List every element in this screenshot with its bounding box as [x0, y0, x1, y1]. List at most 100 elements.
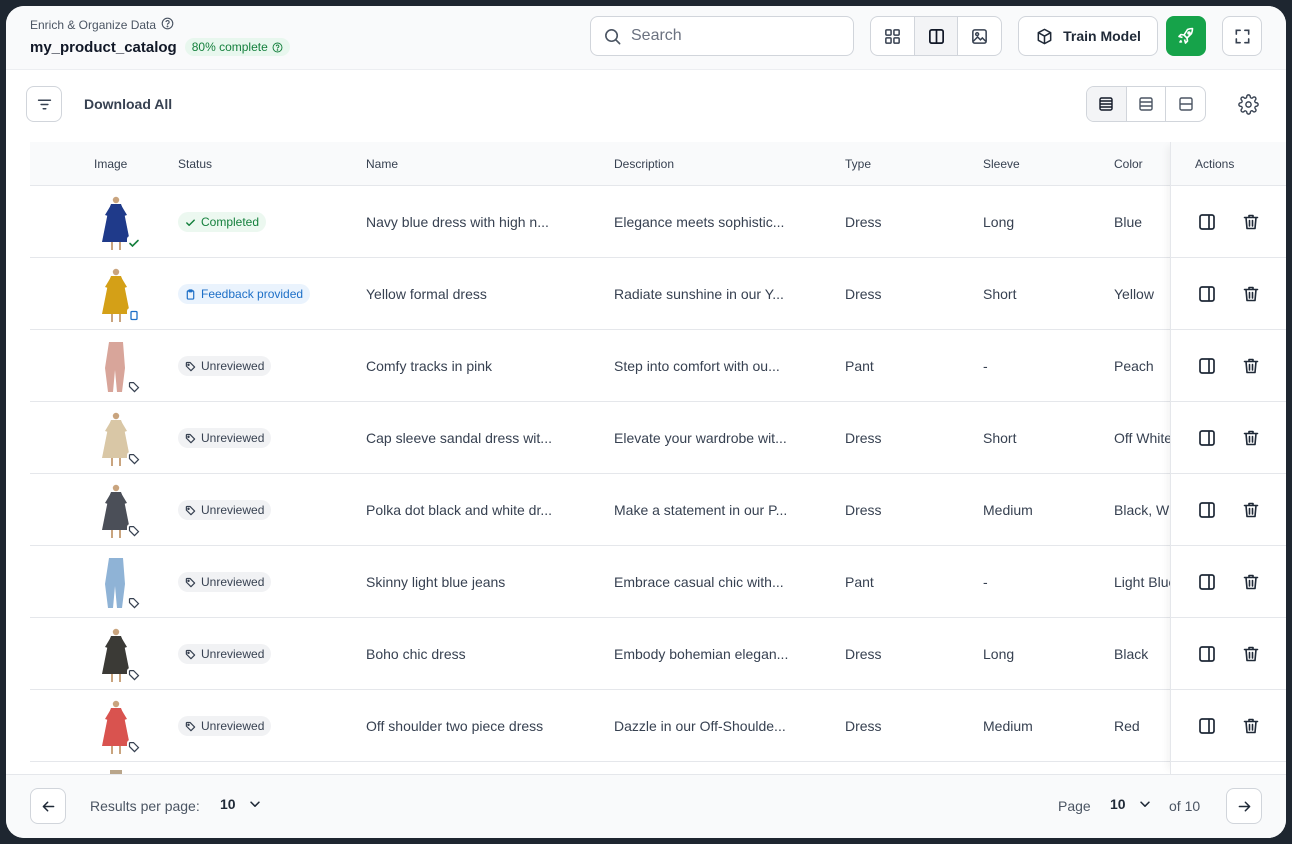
column-header-sleeve[interactable]: Sleeve — [983, 157, 1020, 171]
row-actions — [1171, 186, 1286, 258]
density-compact-button[interactable] — [1087, 87, 1127, 121]
status-label: Unreviewed — [201, 647, 265, 661]
table-row[interactable]: Unreviewed Boho chic dress Embody bohemian… — [30, 618, 1286, 690]
project-row: my_product_catalog 80% complete — [30, 38, 290, 56]
delete-row-button[interactable] — [1240, 643, 1262, 665]
actions-column: Actions — [1170, 142, 1286, 774]
grid-view-button[interactable] — [871, 17, 915, 55]
column-header-color[interactable]: Color — [1114, 157, 1143, 171]
row-actions — [1171, 330, 1286, 402]
tag-icon — [185, 577, 196, 587]
density-medium-button[interactable] — [1127, 87, 1167, 121]
filter-button[interactable] — [26, 86, 62, 122]
help-icon[interactable] — [272, 42, 283, 53]
next-page-button[interactable] — [1226, 788, 1262, 824]
status-label: Unreviewed — [201, 575, 265, 589]
table-row[interactable]: Feedback provided Yellow formal dress Radi… — [30, 258, 1286, 330]
product-thumbnail[interactable] — [90, 410, 142, 468]
product-color: Yellow — [1114, 286, 1154, 302]
table-row[interactable]: Unreviewed Cap sleeve sandal dress wit...… — [30, 402, 1286, 474]
product-color: Blue — [1114, 214, 1143, 230]
product-name: Skinny light blue jeans — [366, 574, 506, 590]
delete-row-button[interactable] — [1240, 427, 1262, 449]
filter-icon — [37, 99, 51, 109]
tag-icon — [185, 361, 196, 371]
table-row[interactable]: Unreviewed Off shoulder two piece dress Da… — [30, 690, 1286, 762]
product-color: Light Blue — [1114, 574, 1170, 590]
column-header-name[interactable]: Name — [366, 157, 398, 171]
product-type: Dress — [845, 646, 882, 662]
table-row[interactable]: Completed Navy blue dress with high n... E… — [30, 186, 1286, 258]
open-panel-button[interactable] — [1196, 571, 1218, 593]
results-per-page-select[interactable]: 10 — [220, 796, 262, 812]
split-view-icon — [928, 28, 944, 44]
product-thumbnail[interactable] — [90, 338, 142, 396]
open-panel-button[interactable] — [1196, 499, 1218, 521]
open-panel-button[interactable] — [1196, 211, 1218, 233]
product-sleeve: Long — [983, 214, 1015, 230]
side-panel-icon — [1199, 718, 1215, 734]
previous-page-button[interactable] — [30, 788, 66, 824]
product-description: Embrace casual chic with... — [614, 574, 784, 590]
rows-compact-icon — [1099, 97, 1114, 111]
open-panel-button[interactable] — [1196, 283, 1218, 305]
table-row[interactable]: Unreviewed Polka dot black and white dr..… — [30, 474, 1286, 546]
open-panel-button[interactable] — [1196, 715, 1218, 737]
product-name: Navy blue dress with high n... — [366, 214, 549, 230]
table-row[interactable]: Unreviewed Skinny light blue jeans Embrace… — [30, 546, 1286, 618]
product-thumbnail[interactable] — [90, 554, 142, 612]
product-sleeve: Medium — [983, 502, 1033, 518]
search-box[interactable] — [590, 16, 854, 56]
product-type: Pant — [845, 358, 874, 374]
download-all-button[interactable]: Download All — [84, 96, 172, 112]
gear-icon — [1237, 93, 1259, 115]
open-panel-button[interactable] — [1196, 355, 1218, 377]
row-actions — [1171, 258, 1286, 330]
product-type: Dress — [845, 286, 882, 302]
delete-row-button[interactable] — [1240, 499, 1262, 521]
open-panel-button[interactable] — [1196, 427, 1218, 449]
train-model-button[interactable]: Train Model — [1018, 16, 1158, 56]
page-select[interactable]: 10 — [1110, 796, 1152, 812]
grid-icon — [884, 28, 900, 44]
delete-row-button[interactable] — [1240, 283, 1262, 305]
table-row[interactable] — [30, 762, 1286, 774]
search-input[interactable] — [631, 27, 831, 45]
split-view-button[interactable] — [914, 17, 959, 55]
product-thumbnail[interactable] — [90, 698, 142, 756]
product-thumbnail[interactable] — [90, 194, 142, 252]
product-thumbnail[interactable] — [90, 626, 142, 684]
delete-row-button[interactable] — [1240, 355, 1262, 377]
tag-icon — [185, 721, 196, 731]
product-description: Radiate sunshine in our Y... — [614, 286, 784, 302]
delete-row-button[interactable] — [1240, 211, 1262, 233]
product-thumbnail[interactable] — [90, 482, 142, 540]
delete-row-button[interactable] — [1240, 571, 1262, 593]
arrow-left-icon — [42, 800, 54, 812]
density-large-button[interactable] — [1166, 87, 1205, 121]
search-icon — [605, 28, 621, 44]
help-icon[interactable] — [161, 17, 174, 33]
column-header-image[interactable]: Image — [94, 157, 127, 171]
image-view-button[interactable] — [958, 17, 1001, 55]
breadcrumb: Enrich & Organize Data — [30, 17, 174, 33]
delete-row-button[interactable] — [1240, 715, 1262, 737]
trash-icon — [1243, 646, 1259, 662]
open-panel-button[interactable] — [1196, 643, 1218, 665]
table-row[interactable]: Unreviewed Comfy tracks in pink Step into … — [30, 330, 1286, 402]
column-header-type[interactable]: Type — [845, 157, 871, 171]
column-header-status[interactable]: Status — [178, 157, 212, 171]
product-sleeve: Medium — [983, 718, 1033, 734]
launch-button[interactable] — [1166, 16, 1206, 56]
product-description: Step into comfort with ou... — [614, 358, 780, 374]
column-header-description[interactable]: Description — [614, 157, 674, 171]
product-thumbnail[interactable] — [90, 266, 142, 324]
settings-button[interactable] — [1236, 92, 1260, 116]
trash-icon — [1243, 430, 1259, 446]
status-badge: Unreviewed — [178, 428, 272, 448]
product-name: Boho chic dress — [366, 646, 466, 662]
status-label: Unreviewed — [201, 503, 265, 517]
status-label: Unreviewed — [201, 359, 265, 373]
side-panel-icon — [1199, 358, 1215, 374]
fullscreen-button[interactable] — [1222, 16, 1262, 56]
